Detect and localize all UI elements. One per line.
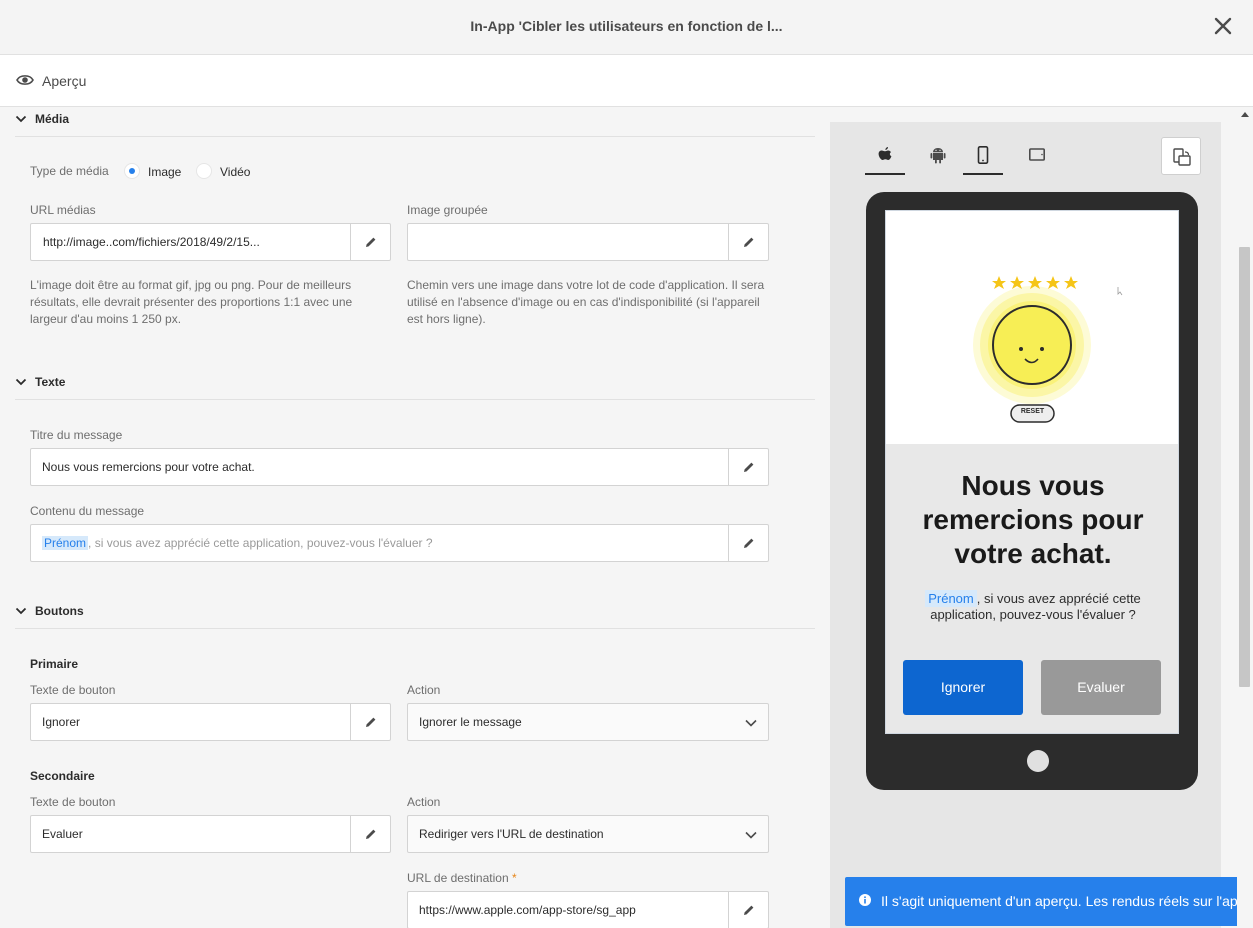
primary-action-label: Action [407, 683, 441, 697]
secondary-action-value: Rediriger vers l'URL de destination [419, 827, 604, 841]
destination-url-label-text: URL de destination [407, 871, 509, 885]
pencil-icon [366, 717, 376, 727]
preview-bar: Aperçu [0, 55, 1253, 107]
media-section-title: Média [35, 112, 70, 126]
radio-video[interactable] [196, 163, 212, 179]
tablet-icon [1029, 148, 1045, 161]
tab-tablet[interactable] [1017, 140, 1057, 175]
destination-url-edit-button[interactable] [728, 892, 768, 928]
media-url-help: L'image doit être au format gif, jpg ou … [30, 278, 353, 326]
rotate-icon [1173, 148, 1191, 166]
media-url-value: http://image..com/fichiers/2018/49/2/15.… [43, 235, 260, 249]
chevron-down-icon [15, 378, 27, 386]
message-title-edit-button[interactable] [728, 449, 768, 485]
secondary-heading: Secondaire [30, 769, 95, 783]
message-content-value: Prénom, si vous avez apprécié cette appl… [42, 536, 433, 550]
pencil-icon [744, 237, 754, 247]
device-frame: RESET Nous vous remercions pour votre ac… [866, 192, 1198, 790]
window-title: In-App 'Cibler les utilisateurs en fonct… [470, 18, 783, 34]
radio-video-label: Vidéo [220, 165, 251, 179]
chevron-down-icon [15, 607, 27, 615]
media-url-label: URL médias [30, 203, 96, 217]
primary-text-label: Texte de bouton [30, 683, 116, 697]
rotate-button[interactable] [1161, 137, 1201, 175]
scroll-up-icon[interactable] [1241, 111, 1249, 119]
preview-message-body: Prénom, si vous avez apprécié cette appl… [906, 590, 1160, 623]
media-type-label: Type de média [30, 164, 109, 178]
bundled-image-help: Chemin vers une image dans votre lot de … [407, 278, 765, 326]
preview-message-title: Nous vous remercions pour votre achat. [922, 470, 1144, 569]
preview-panel: RESET Nous vous remercions pour votre ac… [830, 122, 1221, 928]
hero-image: RESET [886, 211, 1178, 444]
text-section-header[interactable]: Texte [15, 370, 815, 400]
required-marker: * [511, 871, 517, 885]
secondary-text-value: Evaluer [42, 827, 83, 841]
primary-text-value: Ignorer [42, 715, 81, 729]
preview-secondary-button[interactable]: Evaluer [1041, 660, 1161, 715]
primary-heading: Primaire [30, 657, 79, 671]
media-url-field[interactable]: http://image..com/fichiers/2018/49/2/15.… [30, 223, 391, 261]
phone-icon [977, 146, 989, 164]
preview-personalization-token: Prénom [925, 590, 977, 607]
message-content-field[interactable]: Prénom, si vous avez apprécié cette appl… [30, 524, 769, 562]
reset-label: RESET [1020, 408, 1045, 415]
android-icon [930, 148, 946, 164]
media-url-edit-button[interactable] [350, 224, 390, 260]
preview-primary-button[interactable]: Ignorer [903, 660, 1023, 715]
pencil-icon [744, 538, 754, 548]
title-bar: In-App 'Cibler les utilisateurs en fonct… [0, 0, 1253, 55]
tab-ios[interactable] [865, 140, 905, 175]
media-section-header[interactable]: Média [15, 107, 815, 137]
pencil-icon [744, 905, 754, 915]
message-content-label: Contenu du message [30, 504, 145, 518]
destination-url-value: https://www.apple.com/app-store/sg_app [419, 903, 636, 917]
preview-notice-text: Il s'agit uniquement d'un aperçu. Les re… [881, 893, 1253, 909]
chevron-down-icon [15, 115, 27, 123]
primary-text-edit-button[interactable] [350, 704, 390, 740]
message-title-field[interactable]: Nous vous remercions pour votre achat. [30, 448, 769, 486]
tab-phone[interactable] [963, 140, 1003, 175]
buttons-section-header[interactable]: Boutons [15, 599, 815, 629]
secondary-text-field[interactable]: Evaluer [30, 815, 391, 853]
message-content-rest: , si vous avez apprécié cette applicatio… [88, 536, 433, 550]
apple-icon [878, 147, 892, 160]
primary-action-value: Ignorer le message [419, 715, 522, 729]
close-icon [1214, 17, 1232, 35]
secondary-text-edit-button[interactable] [350, 816, 390, 852]
scrollbar-thumb[interactable] [1239, 247, 1250, 687]
message-title-label: Titre du message [30, 428, 123, 442]
tab-android[interactable] [918, 140, 958, 175]
preview-label: Aperçu [42, 73, 87, 89]
secondary-action-select[interactable]: Rediriger vers l'URL de destination [407, 815, 769, 853]
preview-notice: Il s'agit uniquement d'un aperçu. Les re… [845, 877, 1253, 926]
eye-icon [16, 75, 34, 85]
device-home-button[interactable] [1027, 750, 1049, 772]
message-content-edit-button[interactable] [728, 525, 768, 561]
info-icon [859, 894, 871, 906]
pencil-icon [744, 462, 754, 472]
chevron-down-icon [745, 719, 757, 727]
primary-text-field[interactable]: Ignorer [30, 703, 391, 741]
bundled-image-field[interactable] [407, 223, 769, 261]
scrollbar[interactable] [1237, 107, 1253, 928]
pencil-icon [366, 237, 376, 247]
radio-image[interactable] [124, 163, 140, 179]
primary-action-select[interactable]: Ignorer le message [407, 703, 769, 741]
form-panel: Média Type de média Image Vidéo URL médi… [0, 107, 830, 928]
close-button[interactable] [1211, 14, 1235, 38]
personalization-token[interactable]: Prénom [42, 536, 89, 550]
buttons-section-title: Boutons [35, 604, 84, 618]
destination-url-label: URL de destination * [407, 871, 517, 885]
destination-url-field[interactable]: https://www.apple.com/app-store/sg_app [407, 891, 769, 928]
text-section-title: Texte [35, 375, 66, 389]
bundled-image-label: Image groupée [407, 203, 488, 217]
message-title-value: Nous vous remercions pour votre achat. [42, 460, 255, 474]
secondary-action-label: Action [407, 795, 441, 809]
secondary-text-label: Texte de bouton [30, 795, 116, 809]
radio-image-label: Image [148, 165, 182, 179]
bundled-image-edit-button[interactable] [728, 224, 768, 260]
chevron-down-icon [745, 831, 757, 839]
pencil-icon [366, 829, 376, 839]
device-screen: RESET Nous vous remercions pour votre ac… [885, 210, 1179, 734]
